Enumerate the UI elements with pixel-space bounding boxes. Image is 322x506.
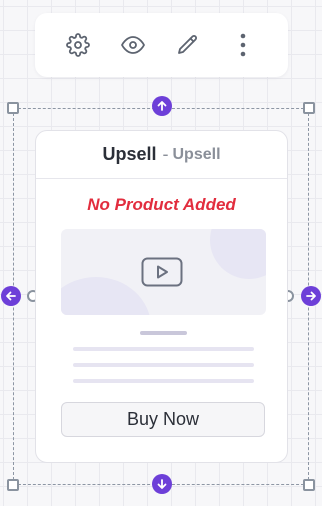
gear-icon[interactable] (64, 31, 92, 59)
title-separator: - (162, 144, 169, 164)
card-title: Upsell (102, 144, 157, 164)
buy-now-button[interactable]: Buy Now (61, 402, 265, 437)
text-placeholder-line (73, 363, 254, 367)
arrow-right-icon (306, 291, 316, 301)
resize-handle-bottom-right[interactable] (303, 479, 315, 491)
move-up-button[interactable] (152, 96, 172, 116)
move-left-button[interactable] (1, 286, 21, 306)
resize-handle-bottom-left[interactable] (7, 479, 19, 491)
move-right-button[interactable] (301, 286, 321, 306)
upsell-card[interactable]: Upsell - Upsell No Product Added Buy Now (35, 130, 288, 463)
resize-handle-top-right[interactable] (303, 102, 315, 114)
eye-icon[interactable] (119, 31, 147, 59)
arrow-up-icon (157, 101, 167, 111)
decorative-shape (210, 229, 266, 279)
arrow-down-icon (157, 479, 167, 489)
media-placeholder (61, 229, 266, 315)
resize-handle-top-left[interactable] (7, 102, 19, 114)
decorative-shape (61, 277, 151, 315)
text-placeholder-line (73, 347, 254, 351)
pencil-icon[interactable] (174, 31, 202, 59)
card-subtitle: Upsell (172, 145, 221, 163)
card-header: Upsell - Upsell (36, 131, 287, 179)
move-down-button[interactable] (152, 474, 172, 494)
empty-state-message: No Product Added (87, 195, 236, 214)
play-icon (141, 257, 183, 287)
element-toolbar (35, 13, 288, 77)
arrow-left-icon (6, 291, 16, 301)
more-vertical-icon[interactable] (229, 31, 257, 59)
title-placeholder-bar (140, 331, 187, 335)
text-placeholder-line (73, 379, 254, 383)
